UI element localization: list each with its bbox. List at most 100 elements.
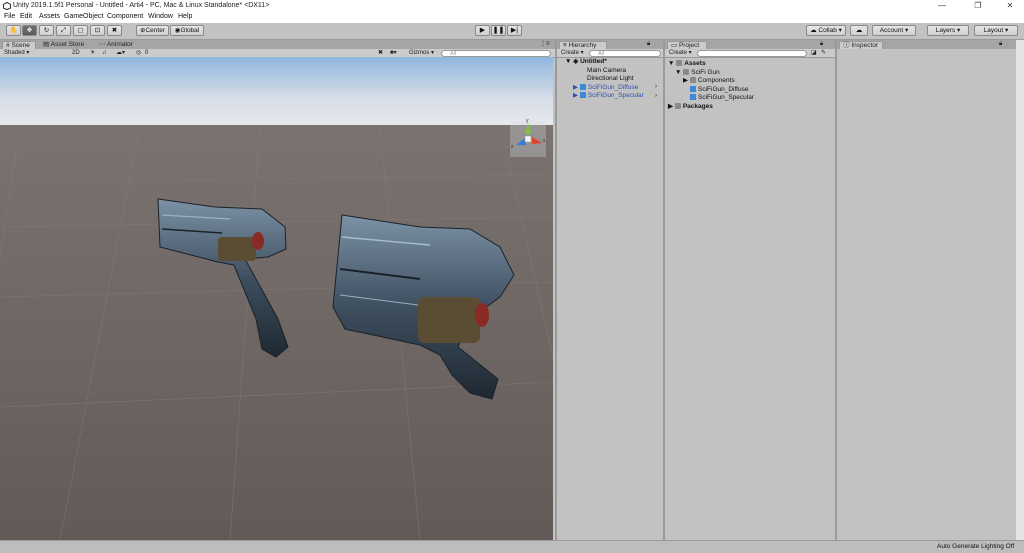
rect-tool-button[interactable]: ▢ bbox=[73, 25, 88, 36]
inspector-panel bbox=[837, 49, 1016, 540]
hidden-objects-icon[interactable]: ◎ bbox=[136, 49, 141, 57]
camera-dropdown-icon[interactable]: ■▾ bbox=[390, 49, 397, 57]
scene-search-input[interactable]: All bbox=[441, 50, 551, 57]
project-item-label: SciFi Gun bbox=[691, 68, 720, 76]
minimize-button[interactable]: — bbox=[928, 0, 956, 12]
menu-assets[interactable]: Assets bbox=[39, 13, 60, 20]
hierarchy-item-scifigun-diffuse[interactable]: ▶ SciFiGun_Diffuse bbox=[573, 83, 638, 93]
menu-file[interactable]: File bbox=[4, 13, 15, 20]
filter-label-icon[interactable]: ✎ bbox=[821, 49, 826, 57]
lighting-toggle-icon[interactable]: ☀ bbox=[90, 49, 95, 57]
hierarchy-item-main-camera[interactable]: Main Camera bbox=[587, 67, 626, 76]
info-icon: ⓘ bbox=[843, 42, 850, 49]
project-item-assets[interactable]: ▼ Assets bbox=[668, 60, 706, 69]
project-item-packages[interactable]: ▶ Packages bbox=[668, 102, 713, 112]
panel-menu-icon[interactable]: ⋮≡ bbox=[540, 40, 550, 48]
hand-tool-button[interactable]: ✋ bbox=[6, 25, 21, 36]
menu-edit[interactable]: Edit bbox=[20, 13, 32, 20]
hierarchy-item-label: SciFiGun_Specular bbox=[587, 92, 644, 99]
tab-asset-store[interactable]: ▤ Asset Store bbox=[40, 41, 87, 49]
prefab-cube-icon bbox=[690, 94, 696, 100]
scene-tab-icon: # bbox=[6, 42, 10, 49]
tab-project-label: Project bbox=[678, 42, 700, 49]
rotate-tool-button[interactable]: ↻ bbox=[39, 25, 54, 36]
tab-inspector[interactable]: ⓘ Inspector bbox=[839, 41, 883, 49]
unity-logo-icon bbox=[3, 2, 11, 10]
prefab-open-arrow-icon[interactable]: › bbox=[655, 92, 657, 100]
menu-bar: File Edit Assets GameObject Component Wi… bbox=[0, 12, 1024, 23]
tab-scene[interactable]: # Scene bbox=[2, 41, 36, 49]
move-tool-button[interactable]: ✥ bbox=[22, 25, 37, 36]
layout-dropdown[interactable]: Layout ▾ bbox=[974, 25, 1018, 36]
pivot-center-toggle[interactable]: ⊕Center bbox=[136, 25, 169, 36]
hierarchy-create-dropdown[interactable]: Create ▾ bbox=[561, 49, 584, 57]
folder-icon bbox=[676, 60, 683, 66]
scene-root-item[interactable]: ▼ ◈ Untitled* bbox=[565, 58, 607, 67]
custom-tool-button[interactable]: ✖ bbox=[107, 25, 122, 36]
window-title: Unity 2019.1.5f1 Personal - Untitled - A… bbox=[13, 2, 270, 9]
rect-icon: ▢ bbox=[77, 27, 84, 34]
window-title-bar: Unity 2019.1.5f1 Personal - Untitled - A… bbox=[0, 0, 1024, 12]
scene-root-label: Untitled* bbox=[580, 58, 607, 65]
menu-window[interactable]: Window bbox=[148, 13, 173, 20]
tab-project[interactable]: ▭ Project bbox=[667, 41, 707, 49]
scale-icon: ⤢ bbox=[60, 27, 67, 34]
hierarchy-search-input[interactable]: All bbox=[589, 50, 661, 57]
hierarchy-item-directional-light[interactable]: Directional Light bbox=[587, 75, 634, 84]
shading-label: Shaded bbox=[4, 50, 25, 56]
tab-hierarchy-label: Hierarchy bbox=[568, 42, 597, 49]
filter-type-icon[interactable]: ◪ bbox=[811, 49, 817, 57]
scene-viewport[interactable]: y x z bbox=[0, 57, 553, 540]
inspector-tab-bar: ⓘ Inspector 🔒︎ bbox=[837, 40, 1016, 49]
hierarchy-item-scifigun-specular[interactable]: ▶ SciFiGun_Specular bbox=[573, 92, 644, 101]
tab-animator[interactable]: ⋯ Animator bbox=[96, 41, 136, 49]
play-button[interactable]: ▶ bbox=[475, 25, 490, 36]
close-button[interactable]: ✕ bbox=[996, 0, 1024, 12]
project-create-dropdown[interactable]: Create ▾ bbox=[669, 49, 692, 57]
hierarchy-toolbar: Create ▾ All bbox=[557, 49, 663, 58]
transform-icon: ⊡ bbox=[94, 27, 101, 34]
play-icon: ▶ bbox=[479, 27, 486, 34]
project-item-components[interactable]: ▶ Components bbox=[683, 77, 735, 86]
space-global-toggle[interactable]: ◉Global bbox=[170, 25, 204, 36]
pause-button[interactable]: ❚❚ bbox=[491, 25, 506, 36]
layout-label: Layout bbox=[983, 27, 1004, 34]
project-lock-icon[interactable]: 🔒︎ bbox=[820, 40, 823, 48]
collab-dropdown[interactable]: ☁ Collab ▾ bbox=[806, 25, 846, 36]
project-search-input[interactable] bbox=[697, 50, 807, 57]
main-toolbar: ✋ ✥ ↻ ⤢ ▢ ⊡ ✖ ⊕Center ◉Global ▶ ❚❚ ▶| ☁ … bbox=[0, 23, 1024, 40]
project-tab-bar: ▭ Project 🔒︎ bbox=[665, 40, 835, 49]
toggle-2d-button[interactable]: 2D bbox=[72, 49, 80, 57]
step-button[interactable]: ▶| bbox=[507, 25, 522, 36]
rotate-icon: ↻ bbox=[43, 27, 50, 34]
audio-toggle-icon[interactable]: ♫ bbox=[102, 49, 107, 57]
hierarchy-item-label: Directional Light bbox=[587, 75, 634, 82]
scale-tool-button[interactable]: ⤢ bbox=[56, 25, 71, 36]
orientation-gizmo[interactable]: y x z bbox=[510, 118, 546, 157]
gizmos-dropdown[interactable]: Gizmos ▾ bbox=[409, 49, 434, 57]
gizmo-center-cube[interactable] bbox=[524, 135, 532, 143]
menu-gameobject[interactable]: GameObject bbox=[64, 13, 103, 20]
transform-tool-button[interactable]: ⊡ bbox=[90, 25, 105, 36]
inspector-lock-icon[interactable]: 🔒︎ bbox=[999, 40, 1002, 48]
services-button[interactable]: ☁ bbox=[850, 25, 868, 36]
window-scrollbar[interactable] bbox=[1016, 40, 1024, 540]
project-item-scifi-gun[interactable]: ▼ SciFi Gun bbox=[675, 68, 720, 78]
project-item-scifigun-diffuse[interactable]: SciFiGun_Diffuse bbox=[690, 85, 748, 95]
menu-help[interactable]: Help bbox=[178, 13, 192, 20]
tab-hierarchy[interactable]: ≡ Hierarchy bbox=[559, 41, 607, 49]
maximize-button[interactable]: ❐ bbox=[964, 0, 992, 12]
hierarchy-icon: ≡ bbox=[563, 42, 567, 49]
layers-dropdown[interactable]: Layers ▾ bbox=[927, 25, 969, 36]
project-item-scifigun-specular[interactable]: SciFiGun_Specular bbox=[690, 94, 754, 103]
hierarchy-lock-icon[interactable]: 🔒︎ bbox=[647, 40, 650, 48]
prefab-open-arrow-icon[interactable]: › bbox=[655, 83, 657, 91]
account-dropdown[interactable]: Account ▾ bbox=[872, 25, 916, 36]
gizmos-label: Gizmos bbox=[409, 50, 430, 56]
hierarchy-tab-bar: ≡ Hierarchy 🔒︎ bbox=[557, 40, 663, 49]
shading-mode-dropdown[interactable]: Shaded ▾ bbox=[4, 49, 29, 57]
scene-tools-icon[interactable]: ✖ bbox=[378, 49, 383, 57]
project-item-label: Components bbox=[697, 77, 735, 84]
effects-dropdown-icon[interactable]: ☁▾ bbox=[116, 49, 125, 57]
menu-component[interactable]: Component bbox=[107, 13, 143, 20]
